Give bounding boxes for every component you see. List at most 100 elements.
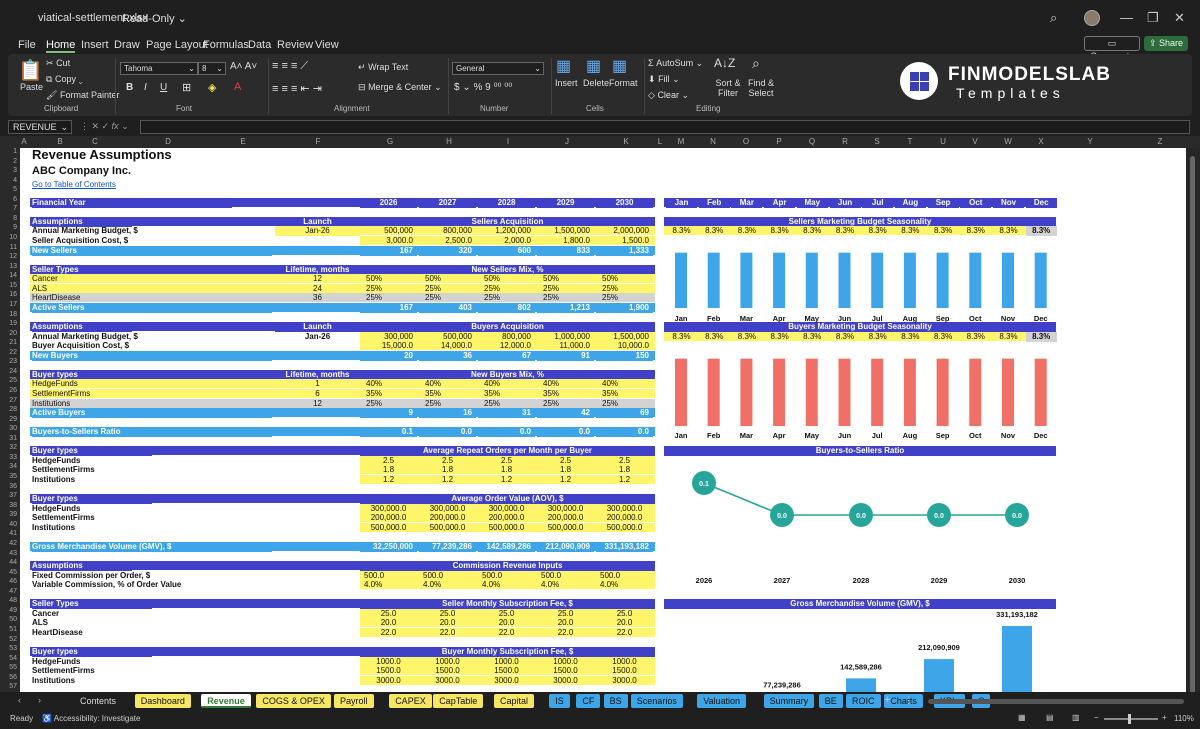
formula-input[interactable] <box>140 120 1190 134</box>
autosum-button[interactable]: Σ AutoSum ⌄ <box>648 58 703 69</box>
delete-button[interactable]: Delete <box>583 78 609 88</box>
row-header[interactable]: 15 <box>0 282 17 289</box>
row-header[interactable]: 34 <box>0 463 17 470</box>
row-header[interactable]: 17 <box>0 301 17 308</box>
column-header[interactable]: H <box>441 137 457 146</box>
tab-summary[interactable]: Summary <box>763 694 815 708</box>
column-header[interactable]: T <box>902 137 918 146</box>
row-header[interactable]: 55 <box>0 664 17 671</box>
view-break-icon[interactable]: ▥ <box>1072 713 1080 722</box>
paste-icon[interactable]: 📋 <box>18 58 43 83</box>
column-header[interactable]: D <box>160 137 176 146</box>
merge-center-button[interactable]: ⊟ Merge & Center ⌄ <box>358 82 442 93</box>
tab-is[interactable]: IS <box>549 694 570 708</box>
add-sheet-icon[interactable]: + <box>884 694 890 706</box>
number-format-select[interactable]: General ⌄ <box>452 62 544 75</box>
align-horizontal-icons[interactable]: ≡ ≡ ≡ ⇤ ⇥ <box>272 82 322 95</box>
column-header[interactable]: X <box>1033 137 1049 146</box>
font-color-icon[interactable]: A <box>234 81 241 93</box>
menu-review[interactable]: Review <box>277 39 313 51</box>
row-header[interactable]: 48 <box>0 597 17 604</box>
row-header[interactable]: 1 <box>0 148 17 155</box>
row-header[interactable]: 24 <box>0 368 17 375</box>
row-header[interactable]: 13 <box>0 263 17 270</box>
delete-cells-icon[interactable]: ▦ <box>586 56 601 76</box>
row-header[interactable]: 27 <box>0 397 17 404</box>
row-header[interactable]: 7 <box>0 205 17 212</box>
zoom-in-icon[interactable]: + <box>1162 713 1167 722</box>
search-icon[interactable]: ⌕ <box>1050 10 1057 26</box>
menu-draw[interactable]: Draw <box>114 39 140 51</box>
row-header[interactable]: 32 <box>0 444 17 451</box>
row-header[interactable]: 16 <box>0 291 17 298</box>
menu-data[interactable]: Data <box>248 39 271 51</box>
view-layout-icon[interactable]: ▤ <box>1046 713 1054 722</box>
row-header[interactable]: 30 <box>0 425 17 432</box>
row-header[interactable]: 36 <box>0 483 17 490</box>
row-header[interactable]: 25 <box>0 377 17 384</box>
row-header[interactable]: 31 <box>0 435 17 442</box>
tab-capital[interactable]: Capital <box>494 694 535 708</box>
fill-button[interactable]: ⬇ Fill ⌄ <box>648 74 680 85</box>
vertical-scrollbar[interactable] <box>1186 148 1200 696</box>
column-header[interactable]: O <box>738 137 754 146</box>
tab-scenarios[interactable]: Scenarios <box>630 694 683 708</box>
column-header[interactable]: N <box>705 137 721 146</box>
tab-revenue[interactable]: Revenue <box>201 694 251 708</box>
row-header[interactable]: 29 <box>0 416 17 423</box>
column-header[interactable]: U <box>935 137 951 146</box>
row-header[interactable]: 20 <box>0 330 17 337</box>
row-header[interactable]: 54 <box>0 655 17 662</box>
row-header[interactable]: 46 <box>0 578 17 585</box>
bold-button[interactable]: B <box>126 82 133 93</box>
tab-captable[interactable]: CapTable <box>433 694 484 708</box>
row-header[interactable]: 38 <box>0 502 17 509</box>
row-header[interactable]: 19 <box>0 320 17 327</box>
restore-icon[interactable]: ❐ <box>1147 10 1159 26</box>
tab-be[interactable]: BE <box>818 694 843 708</box>
row-header[interactable]: 2 <box>0 158 17 165</box>
column-header[interactable]: L <box>652 137 668 146</box>
row-header[interactable]: 35 <box>0 473 17 480</box>
tab-bs[interactable]: BS <box>603 694 628 708</box>
column-header[interactable]: Z <box>1152 137 1168 146</box>
row-header[interactable]: 52 <box>0 636 17 643</box>
column-header[interactable]: M <box>673 137 689 146</box>
zoom-level[interactable]: 110% <box>1174 714 1194 723</box>
insert-cells-icon[interactable]: ▦ <box>556 56 571 76</box>
column-header[interactable]: A <box>16 137 32 146</box>
share-button[interactable]: ⇪ Share <box>1144 36 1188 51</box>
tab-cogs-opex[interactable]: COGS & OPEX <box>256 694 331 708</box>
tab-roic[interactable]: ROIC <box>846 694 881 708</box>
column-header[interactable]: P <box>771 137 787 146</box>
find-select-button[interactable]: Find & Select <box>746 78 776 98</box>
tab-valuation[interactable]: Valuation <box>697 694 747 708</box>
menu-home[interactable]: Home <box>46 39 76 53</box>
row-header[interactable]: 9 <box>0 224 17 231</box>
column-header[interactable]: B <box>52 137 68 146</box>
row-header[interactable]: 8 <box>0 215 17 222</box>
clear-button[interactable]: ◇ Clear ⌄ <box>648 90 689 101</box>
borders-icon[interactable]: ⊞ <box>182 81 191 94</box>
row-header[interactable]: 6 <box>0 196 17 203</box>
format-cells-icon[interactable]: ▦ <box>612 56 627 76</box>
column-header[interactable]: E <box>235 137 251 146</box>
row-header[interactable]: 23 <box>0 358 17 365</box>
row-header[interactable]: 28 <box>0 406 17 413</box>
row-header[interactable]: 44 <box>0 559 17 566</box>
column-header[interactable]: C <box>87 137 103 146</box>
italic-button[interactable]: I <box>144 82 147 93</box>
column-header[interactable]: I <box>500 137 516 146</box>
column-header[interactable]: F <box>310 137 326 146</box>
row-header[interactable]: 11 <box>0 244 17 251</box>
row-header[interactable]: 37 <box>0 492 17 499</box>
row-header[interactable]: 18 <box>0 311 17 318</box>
row-header[interactable]: 39 <box>0 511 17 518</box>
zoom-out-icon[interactable]: − <box>1094 713 1099 722</box>
worksheet-grid[interactable]: Revenue Assumptions ABC Company Inc. Go … <box>20 148 1186 692</box>
row-header[interactable]: 50 <box>0 616 17 623</box>
row-header[interactable]: 51 <box>0 626 17 633</box>
sort-icon[interactable]: A↓Z <box>714 56 735 70</box>
font-size-buttons[interactable]: A˄ A˅ <box>230 61 257 72</box>
tab-dashboard[interactable]: Dashboard <box>134 694 191 708</box>
